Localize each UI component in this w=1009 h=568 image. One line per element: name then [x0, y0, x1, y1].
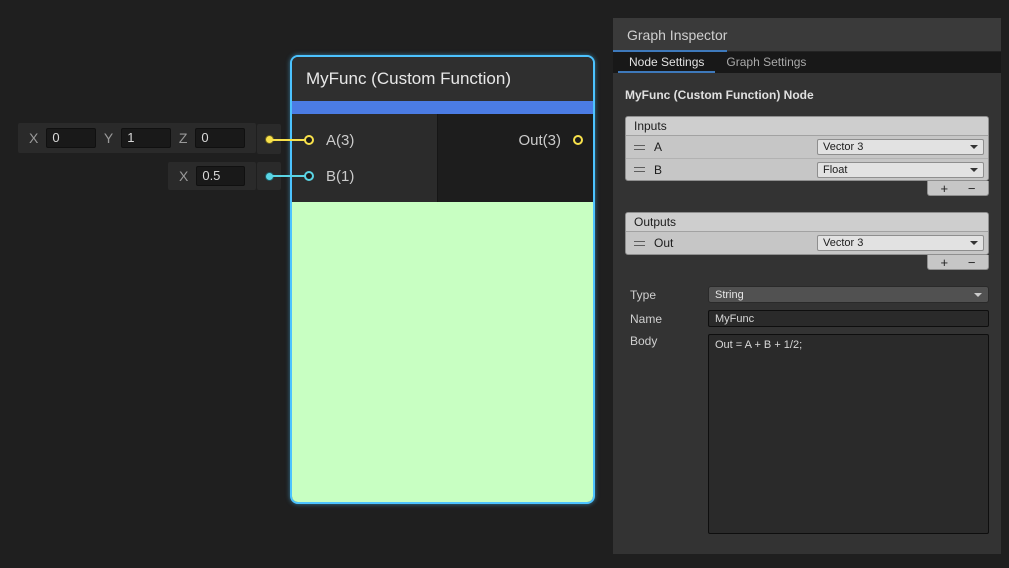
graph-inspector-panel: Graph Inspector Node Settings Graph Sett…: [613, 18, 1001, 554]
drag-handle-icon[interactable]: [634, 145, 645, 150]
graph-canvas[interactable]: X 0 Y 1 Z 0 X 0.5 MyFunc (Custom Functio…: [0, 0, 1009, 568]
chevron-down-icon: [970, 241, 978, 245]
node-output-ports: Out(3): [438, 114, 593, 202]
input-a-name: A: [654, 140, 662, 154]
input-b-name: B: [654, 163, 662, 177]
node-input-ports: A(3) B(1): [292, 114, 438, 202]
inspector-header[interactable]: Graph Inspector: [613, 18, 1001, 52]
inputs-list-title: Inputs: [634, 119, 667, 133]
port-row-a: A(3): [292, 122, 437, 158]
node-ports: A(3) B(1) Out(3): [292, 114, 593, 202]
vector3-x-field[interactable]: 0: [46, 128, 96, 148]
type-row: Type String: [625, 286, 989, 303]
output-port-out-icon[interactable]: [573, 135, 583, 145]
add-input-button[interactable]: +: [933, 182, 955, 195]
vector3-y-field[interactable]: 1: [121, 128, 171, 148]
outputs-list: Outputs Out Vector 3: [625, 212, 989, 255]
inspector-title: Graph Inspector: [627, 27, 727, 43]
inspector-body: MyFunc (Custom Function) Node Inputs A V…: [613, 73, 1001, 534]
node-accent-bar: [292, 101, 593, 114]
tab-node-settings-label: Node Settings: [629, 55, 704, 69]
tab-graph-settings[interactable]: Graph Settings: [715, 52, 817, 73]
outputs-list-header: Outputs: [626, 213, 988, 232]
node-settings-heading: MyFunc (Custom Function) Node: [625, 88, 989, 102]
chevron-down-icon: [974, 293, 982, 297]
body-textarea[interactable]: Out = A + B + 1/2;: [708, 334, 989, 534]
port-a-label: A(3): [326, 132, 354, 149]
output-out-type-dropdown[interactable]: Vector 3: [817, 235, 984, 251]
output-row-out[interactable]: Out Vector 3: [626, 232, 988, 254]
outputs-list-title: Outputs: [634, 215, 676, 229]
axis-label-y: Y: [104, 130, 113, 146]
axis-label-x: X: [29, 130, 38, 146]
remove-output-button[interactable]: −: [961, 256, 983, 269]
float-input-widget: X 0.5: [168, 162, 256, 190]
remove-input-button[interactable]: −: [961, 182, 983, 195]
input-a-type-dropdown[interactable]: Vector 3: [817, 139, 984, 155]
outputs-list-footer: + −: [625, 255, 989, 270]
body-row: Body Out = A + B + 1/2;: [625, 334, 989, 534]
chevron-down-icon: [970, 168, 978, 172]
port-row-b: B(1): [292, 158, 437, 194]
name-row: Name: [625, 310, 989, 327]
tab-node-settings[interactable]: Node Settings: [618, 52, 715, 73]
input-row-a[interactable]: A Vector 3: [626, 136, 988, 158]
inputs-list-footer-bar: + −: [927, 181, 989, 196]
port-out-label: Out(3): [518, 132, 561, 149]
inputs-list-header: Inputs: [626, 117, 988, 136]
edge-float-to-b[interactable]: [271, 175, 305, 177]
inputs-list: Inputs A Vector 3 B Float: [625, 116, 989, 181]
vector3-z-field[interactable]: 0: [195, 128, 245, 148]
vector3-input-widget: X 0 Y 1 Z 0: [18, 123, 256, 153]
input-b-type-dropdown[interactable]: Float: [817, 162, 984, 178]
axis-label-z: Z: [179, 130, 188, 146]
inspector-tab-bar: Node Settings Graph Settings: [613, 52, 1001, 73]
type-dropdown-value: String: [715, 289, 744, 301]
input-port-a-icon[interactable]: [304, 135, 314, 145]
name-label: Name: [625, 312, 708, 326]
type-dropdown[interactable]: String: [708, 286, 989, 303]
myfunc-node[interactable]: MyFunc (Custom Function) A(3) B(1) Out(3…: [290, 55, 595, 504]
drag-handle-icon[interactable]: [634, 167, 645, 172]
type-label: Type: [625, 288, 708, 302]
drag-handle-icon[interactable]: [634, 241, 645, 246]
input-b-type-value: Float: [823, 164, 847, 176]
node-title: MyFunc (Custom Function): [306, 69, 511, 89]
float-x-field[interactable]: 0.5: [196, 166, 245, 186]
port-row-out: Out(3): [438, 122, 593, 158]
node-preview: [292, 202, 593, 502]
edge-vector3-to-a[interactable]: [271, 139, 305, 141]
outputs-list-footer-bar: + −: [927, 255, 989, 270]
output-out-name: Out: [654, 236, 673, 250]
body-label: Body: [625, 334, 708, 348]
input-row-b[interactable]: B Float: [626, 158, 988, 180]
output-out-type-value: Vector 3: [823, 237, 863, 249]
axis-label-x-float: X: [179, 168, 188, 184]
port-b-label: B(1): [326, 168, 354, 185]
name-input[interactable]: [708, 310, 989, 327]
inputs-list-footer: + −: [625, 181, 989, 196]
input-port-b-icon[interactable]: [304, 171, 314, 181]
tab-graph-settings-label: Graph Settings: [726, 55, 806, 69]
input-a-type-value: Vector 3: [823, 141, 863, 153]
chevron-down-icon: [970, 145, 978, 149]
add-output-button[interactable]: +: [933, 256, 955, 269]
node-header[interactable]: MyFunc (Custom Function): [292, 57, 593, 101]
inspector-tab-underline: [613, 50, 727, 52]
